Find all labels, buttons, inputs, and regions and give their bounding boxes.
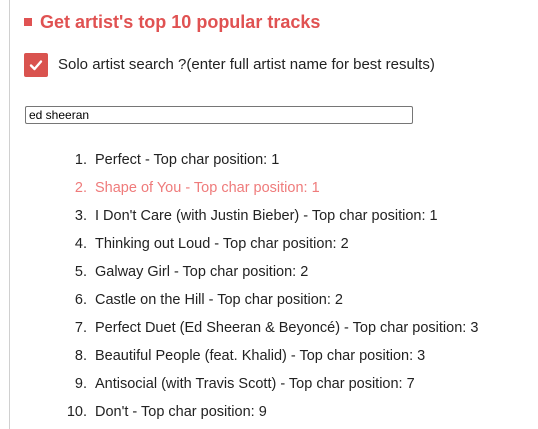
track-item[interactable]: 9. Antisocial (with Travis Scott) - Top c… xyxy=(0,370,478,398)
square-bullet-icon xyxy=(24,18,32,26)
track-number: 3. xyxy=(74,208,87,224)
track-number: 1. xyxy=(74,152,87,168)
track-number: 10. xyxy=(66,404,87,420)
solo-artist-checkbox[interactable] xyxy=(24,53,48,77)
track-title: Thinking out Loud - Top char position: 2 xyxy=(95,236,349,252)
track-number: 5. xyxy=(74,264,87,280)
track-item[interactable]: 7. Perfect Duet (Ed Sheeran & Beyoncé) - … xyxy=(0,314,478,342)
track-title: Shape of You - Top char position: 1 xyxy=(95,180,320,196)
track-item[interactable]: 10. Don't - Top char position: 9 xyxy=(0,398,478,426)
track-item[interactable]: 3. I Don't Care (with Justin Bieber) - To… xyxy=(0,202,478,230)
checkmark-icon xyxy=(29,60,43,71)
section-header: Get artist's top 10 popular tracks xyxy=(24,10,320,34)
track-item[interactable]: 2. Shape of You - Top char position: 1 xyxy=(0,174,478,202)
track-item[interactable]: 8. Beautiful People (feat. Khalid) - Top … xyxy=(0,342,478,370)
section-title: Get artist's top 10 popular tracks xyxy=(40,12,321,32)
track-title: Galway Girl - Top char position: 2 xyxy=(95,264,309,280)
track-title: Antisocial (with Travis Scott) - Top cha… xyxy=(95,376,415,392)
track-number: 7. xyxy=(74,320,87,336)
track-item[interactable]: 5. Galway Girl - Top char position: 2 xyxy=(0,258,478,286)
track-title: I Don't Care (with Justin Bieber) - Top … xyxy=(95,208,438,224)
track-number: 4. xyxy=(74,236,87,252)
track-title: Beautiful People (feat. Khalid) - Top ch… xyxy=(95,348,426,364)
artist-search-input[interactable] xyxy=(25,106,413,124)
track-title: Perfect Duet (Ed Sheeran & Beyoncé) - To… xyxy=(95,320,479,336)
track-item[interactable]: 1. Perfect - Top char position: 1 xyxy=(0,146,478,174)
track-number: 8. xyxy=(74,348,87,364)
solo-artist-option: Solo artist search ?(enter full artist n… xyxy=(24,53,435,77)
track-number: 6. xyxy=(74,292,87,308)
track-item[interactable]: 6. Castle on the Hill - Top char position… xyxy=(0,286,478,314)
track-title: Perfect - Top char position: 1 xyxy=(95,152,280,168)
track-title: Don't - Top char position: 9 xyxy=(95,404,267,420)
track-number: 9. xyxy=(74,376,87,392)
track-list: 1. Perfect - Top char position: 1 2. Shape … xyxy=(0,146,479,426)
track-item[interactable]: 4. Thinking out Loud - Top char position:… xyxy=(0,230,478,258)
track-number: 2. xyxy=(74,180,87,196)
track-title: Castle on the Hill - Top char position: … xyxy=(95,292,343,308)
solo-artist-label: Solo artist search ?(enter full artist n… xyxy=(58,56,435,73)
